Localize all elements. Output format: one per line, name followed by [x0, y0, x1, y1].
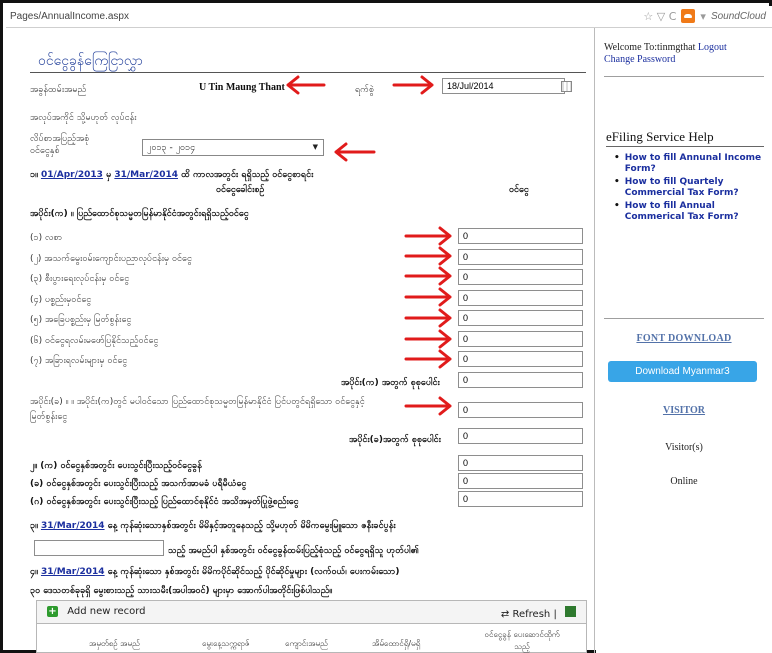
export-excel-icon[interactable] [565, 606, 576, 617]
help-link-quarterly-commercial[interactable]: • How to fill Quartely Commercial Tax For… [614, 177, 764, 199]
income-item-label: (၁) လစာ [30, 233, 63, 243]
refresh-button[interactable]: ⇄ Refresh | [501, 606, 576, 620]
sidebar-divider [604, 76, 764, 77]
grid-column: အမှတ်စဉ် အမည် [89, 639, 140, 648]
period-from-link[interactable]: 01/Apr/2013 [41, 170, 103, 180]
q3-text-after-input: သည့် အမည်ပါ နှစ်အတွင်း ဝင်ငွေခွန်ထမ်းပြည… [168, 546, 419, 556]
income-item-field[interactable]: 0 [458, 310, 583, 326]
browser-window: Pages/AnnualIncome.aspx ☆ ▽ C ▾ SoundClo… [0, 0, 772, 653]
bookmark-reload-icons[interactable]: ☆ ▽ C [643, 10, 676, 23]
income-item-label: (၄) ပစ္စည်းမှဝင်ငွေ [30, 294, 92, 305]
refresh-icon: ⇄ [500, 609, 510, 620]
sidebar-divider [604, 318, 764, 319]
online-label: Online [670, 476, 698, 487]
income-item-label: (၂) အသက်မွေးဝမ်းကျောင်းပညာလုပ်ငန်းမှ ဝင်… [30, 253, 192, 264]
q2c-field[interactable]: 0 [458, 491, 583, 507]
plus-icon: + [47, 606, 58, 617]
download-myanmar3-button[interactable]: Download Myanmar3 [608, 361, 757, 382]
income-item-field[interactable]: 0 [458, 248, 583, 265]
period-to-link[interactable]: 31/Mar/2014 [114, 170, 178, 180]
help-link-annual-commercial[interactable]: • How to fill Annual Commerical Tax Form? [614, 201, 764, 223]
refresh-label: Refresh [512, 609, 551, 620]
section-b-field[interactable]: 0 [458, 402, 583, 418]
income-item-label: (၅) အခြေပစ္စည်းမှ မြတ်စွန်းငွေ [30, 315, 132, 325]
logout-link[interactable]: Logout [698, 42, 727, 53]
date-label: ရက်စွဲ [355, 85, 375, 95]
welcome-block: Welcome To:tinmgthat Logout Change Passw… [604, 42, 727, 66]
section-a-total-field[interactable]: 0 [458, 372, 583, 388]
help-divider [606, 146, 764, 147]
income-item-field[interactable]: 0 [458, 289, 583, 306]
period-heading: ၁။ 01/Apr/2013 မှ 31/Mar/2014 ထိ ကာလအတွင… [30, 170, 314, 180]
section-b-title-line1: အပိုင်း(ခ) ။ ။ အပိုင်း(က)တွင် မပါဝင်သော … [30, 397, 365, 407]
section-a-title: အပိုင်း(က) ။ ပြည်ထောင်စုသမ္မတမြန်မာနိုင်… [30, 209, 249, 219]
taxpayer-name: U Tin Maung Thant [199, 82, 285, 93]
title-divider [30, 72, 586, 73]
grid-column: မွေးနေ့သက္ကရာဇ် [202, 639, 250, 648]
form-title: ဝင်ငွေခွန်ကြေငြာလွှာ [38, 53, 143, 69]
grid-column: ကျောင်းအမည် [285, 639, 328, 648]
date-field[interactable]: 18/Jul/2014 [442, 78, 565, 94]
grid-column: ဝင်ငွေခွန် ပေးဆောင်ထိုက်သည့် [484, 630, 560, 651]
income-item-field[interactable]: 0 [458, 351, 583, 367]
username: tinmgthat [657, 42, 696, 53]
records-grid-columns: အမှတ်စဉ် အမည် မွေးနေ့သက္ကရာဇ် ကျောင်းအမည… [36, 624, 587, 653]
help-link-annual-income[interactable]: • How to fill Annunal Income Form? [614, 153, 764, 175]
q3-input[interactable] [34, 540, 164, 556]
q2b-label: (ခ) ဝင်ငွေနှစ်အတွင်း ပေးသွင်းပြီးသည့် အသ… [30, 479, 247, 489]
change-password-link[interactable]: Change Password [604, 54, 675, 65]
main-content: ဝင်ငွေခွန်ကြေငြာလွှာ အခွန်ထမ်းအမည် U Tin… [6, 28, 595, 653]
tax-year-label: ဝင်ငွေနှစ် [30, 146, 60, 156]
income-item-field[interactable]: 0 [458, 269, 583, 285]
q4-date-link[interactable]: 31/Mar/2014 [41, 567, 105, 577]
url-bar[interactable]: Pages/AnnualIncome.aspx ☆ ▽ C ▾ SoundClo… [6, 6, 772, 28]
q2c-label: (ဂ) ဝင်ငွေနှစ်အတွင်း ပေးသွင်းပြီးသည့် ပြ… [30, 497, 299, 507]
font-download-title[interactable]: FONT DOWNLOAD [596, 333, 772, 344]
section-b-total-field[interactable]: 0 [458, 428, 583, 444]
help-title: eFiling Service Help [606, 129, 714, 144]
income-item-field[interactable]: 0 [458, 330, 583, 347]
help-links: • How to fill Annunal Income Form? • How t… [614, 153, 764, 225]
tax-year-select[interactable]: ၂၀၁၃ - ၂၀၁၄ ▼ [142, 139, 324, 156]
url-text[interactable]: Pages/AnnualIncome.aspx [10, 11, 129, 22]
toolbar-separator: | [553, 609, 557, 620]
welcome-prefix: Welcome To: [604, 42, 658, 53]
add-record-label: Add new record [67, 606, 146, 617]
sidebar: Welcome To:tinmgthat Logout Change Passw… [596, 28, 772, 653]
taxpayer-name-label: အခွန်ထမ်းအမည် [30, 85, 87, 95]
grid-column: အိမ်ထောင်ရှိ/မရှိ [372, 639, 421, 648]
soundcloud-icon[interactable] [681, 9, 696, 23]
q2a-label: ၂။ (က) ဝင်ငွေနှစ်အတွင်း ပေးသွင်းပြီးသည့်… [30, 461, 202, 471]
calendar-icon[interactable] [561, 81, 572, 92]
add-record-button[interactable]: + Add new record [47, 606, 146, 617]
visitor-count-label: Visitor(s) [665, 442, 703, 453]
q4-heading: ၄။ 31/Mar/2014 နေ့ ကုန်ဆုံးသော နှစ်အတွင်… [30, 567, 400, 577]
income-item-label: (၆) ဝင်ငွေရလမ်းမဖော်ပြနိုင်သည့်ဝင်ငွေ [30, 335, 159, 346]
income-amount-column: ဝင်ငွေ [509, 185, 529, 195]
section-a-total-label: အပိုင်း(က) အတွက် စုစုပေါင်း [341, 378, 440, 388]
income-source-column: ဝင်ငွေခေါင်းစဉ် [216, 185, 265, 195]
tax-year-value: ၂၀၁၃ - ၂၀၁၄ [147, 143, 196, 153]
browser-toolbar: ☆ ▽ C ▾ SoundCloud [643, 9, 766, 23]
q2a-field[interactable]: 0 [458, 455, 583, 471]
chevron-down-icon: ▼ [312, 143, 318, 151]
occupation-label: အလုပ်အကိုင် သို့မဟုတ် လုပ်ငန်း [30, 113, 137, 123]
income-item-label: (၇) အခြားရလမ်းများမှ ဝင်ငွေ [30, 356, 128, 366]
q2b-field[interactable]: 0 [458, 473, 583, 489]
income-item-label: (၃) စီးပွားရေးလုပ်ငန်းမှ ဝင်ငွေ [30, 274, 130, 284]
q4-text-line2: ၃၀ ဒေသတစ်ခုခုရှိ မွေးစားသည့် သားသမီး(အပါ… [30, 586, 333, 596]
q3-date-link[interactable]: 31/Mar/2014 [41, 521, 105, 531]
section-b-title-line2: မြတ်စွန်းငွေ [30, 412, 68, 422]
section-b-total-label: အပိုင်း(ခ)အတွက် စုစုပေါင်း [349, 435, 441, 445]
visitor-title: VISITOR [662, 405, 706, 416]
q3-heading: ၃။ 31/Mar/2014 နေ့ ကုန်ဆုံးသောနှစ်အတွင်း… [30, 521, 396, 531]
soundcloud-dropdown-icon[interactable]: ▾ [700, 10, 706, 23]
income-item-field[interactable]: 0 [458, 228, 583, 244]
soundcloud-label[interactable]: SoundCloud [711, 11, 766, 22]
records-grid-toolbar: + Add new record ⇄ Refresh | [36, 600, 587, 624]
